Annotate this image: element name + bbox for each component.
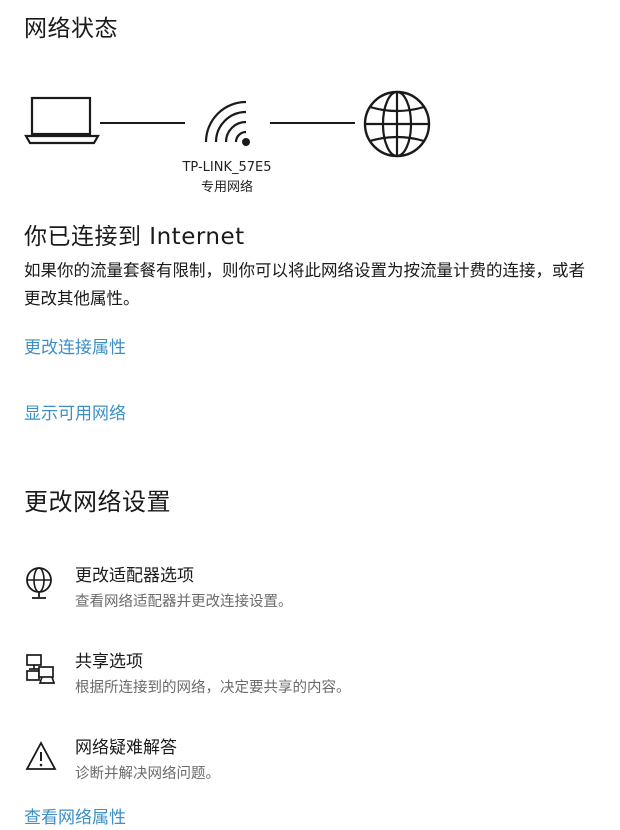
globe-icon	[363, 90, 431, 158]
adapter-options-desc: 查看网络适配器并更改连接设置。	[75, 594, 293, 610]
connection-status-heading: 你已连接到 Internet	[24, 224, 245, 250]
laptop-icon	[24, 96, 100, 145]
metered-connection-description: 如果你的流量套餐有限制，则你可以将此网络设置为按流量计费的连接，或者更改其他属性…	[24, 261, 585, 308]
network-status-heading: 网络状态	[24, 16, 118, 42]
adapter-globe-icon	[26, 567, 52, 599]
connection-line-right	[270, 122, 355, 124]
connection-line-left	[100, 122, 185, 124]
change-network-settings-heading: 更改网络设置	[24, 488, 171, 516]
sharing-icon	[26, 654, 56, 684]
network-type-label: 专用网络	[200, 180, 253, 195]
sharing-options-title: 共享选项	[75, 652, 143, 672]
wifi-icon	[204, 100, 250, 146]
adapter-options-title: 更改适配器选项	[75, 566, 194, 586]
network-name-label: TP-LINK_57E5	[182, 160, 272, 175]
view-network-properties-link[interactable]: 查看网络属性	[24, 806, 126, 830]
troubleshoot-desc: 诊断并解决网络问题。	[75, 766, 220, 782]
change-connection-properties-link[interactable]: 更改连接属性	[24, 336, 126, 360]
troubleshoot-title: 网络疑难解答	[75, 738, 177, 758]
warning-icon	[25, 741, 57, 770]
sharing-options-desc: 根据所连接到的网络，决定要共享的内容。	[75, 680, 351, 696]
show-available-networks-link[interactable]: 显示可用网络	[24, 402, 126, 426]
